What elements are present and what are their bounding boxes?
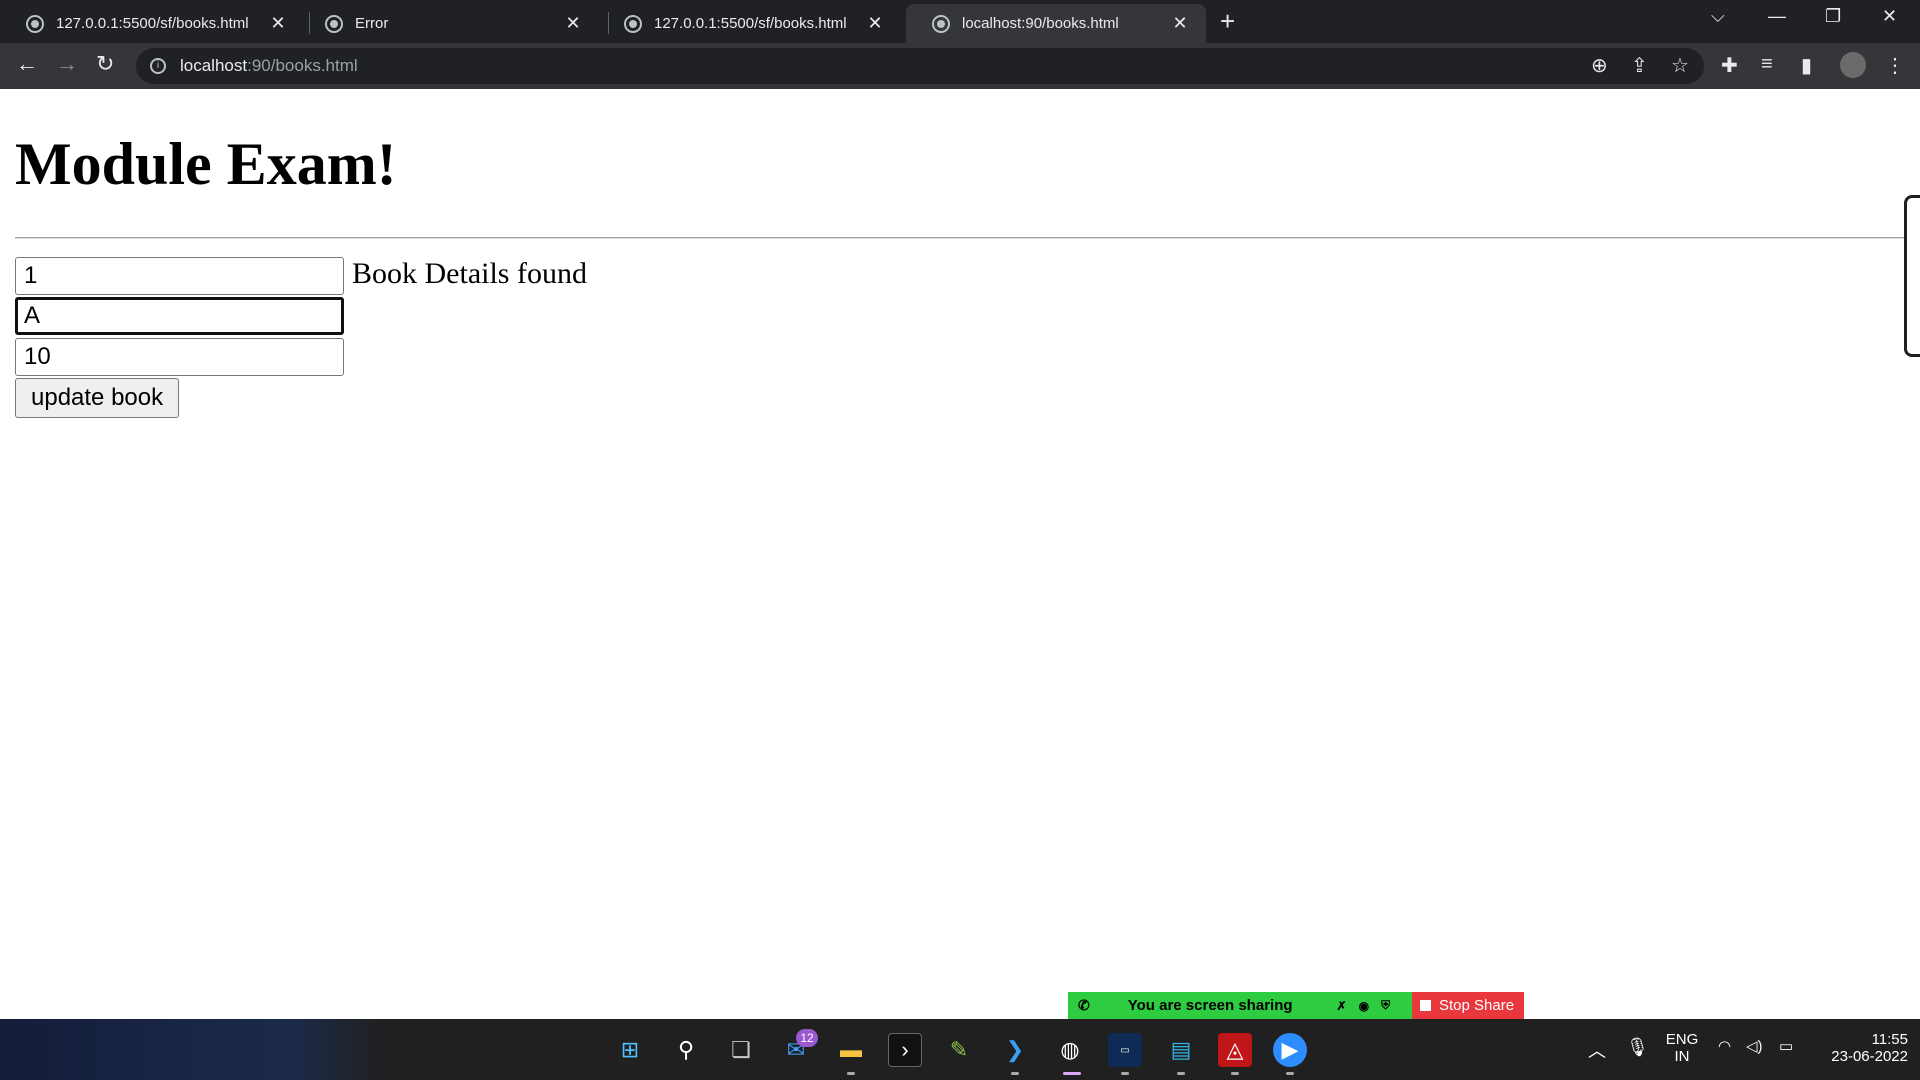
date: 23-06-2022 [1831,1048,1908,1065]
forward-button[interactable]: → [56,51,78,77]
tab-title: 127.0.0.1:5500/sf/books.html [654,15,847,32]
page-title: Module Exam! [15,131,397,197]
chevron-down-icon[interactable]: ⌵ [1711,6,1725,27]
taskbar: ⊞ ⚲ ❏ ✉ ▬ › ✎ ❯ ◍ ▭ ▤ ◬ ▶ 12 ︿ 🎙 ENG IN … [0,1019,1920,1080]
tab-3[interactable]: 127.0.0.1:5500/sf/books.html ✕ [598,4,901,43]
tab-title: Error [355,15,389,32]
globe-icon [624,14,642,33]
new-tab-button[interactable]: + [1220,6,1235,37]
side-panel-icon[interactable]: ▮ [1801,53,1812,78]
screen-share-bar: ✆ You are screen sharing ✗ ◉ ⛨ Stop Shar… [1068,992,1524,1019]
tab-1[interactable]: 127.0.0.1:5500/sf/books.html ✕ [0,4,304,43]
task-view-icon[interactable]: ❏ [724,1033,758,1067]
running-indicator [1177,1072,1185,1075]
wifi-icon[interactable]: ◠ [1718,1037,1731,1055]
running-indicator [847,1072,855,1075]
page-content: Module Exam! Book Details found update b… [0,89,1920,1019]
reload-button[interactable]: ↻ [96,51,114,77]
browser-chrome: 127.0.0.1:5500/sf/books.html ✕ Error ✕ 1… [0,0,1920,89]
bookmark-star-icon[interactable]: ☆ [1671,53,1689,78]
active-indicator [1063,1072,1081,1075]
globe-icon [325,14,343,33]
tab-title: localhost:90/books.html [962,15,1119,32]
address-host: localhost [180,56,248,75]
divider [15,237,1920,239]
close-icon[interactable]: ✕ [561,13,585,34]
book-price-field[interactable] [15,338,344,376]
notepad-icon[interactable]: ▤ [1164,1033,1198,1067]
running-indicator [1231,1072,1239,1075]
info-icon[interactable]: i [150,58,166,74]
battery-icon[interactable]: ▭ [1779,1037,1793,1055]
phone-icon: ✆ [1078,997,1090,1013]
media-icon[interactable]: ≡ [1761,53,1773,76]
zoom-app-icon[interactable]: ▶ [1273,1033,1307,1067]
running-indicator [1011,1072,1019,1075]
toolbar: ← → ↻ i localhost:90/books.html ⊕ ⇪ ☆ ✚ … [0,43,1920,89]
globe-icon [932,14,950,33]
mic-off-icon[interactable]: ✗ [1337,999,1347,1013]
share-status: ✆ You are screen sharing ✗ ◉ ⛨ [1068,992,1412,1019]
close-icon[interactable]: ✕ [863,13,887,34]
vscode-icon[interactable]: ❯ [998,1033,1032,1067]
minimize-button[interactable]: — [1768,6,1786,27]
stop-share-button[interactable]: Stop Share [1412,992,1524,1019]
book-name-field[interactable] [15,297,344,335]
time: 11:55 [1871,1031,1908,1048]
microphone-icon[interactable]: 🎙 [1626,1037,1649,1058]
mail-badge: 12 [796,1029,818,1047]
close-icon[interactable]: ✕ [1168,13,1192,34]
floating-panel-edge [1904,195,1920,357]
start-icon[interactable]: ⊞ [613,1033,647,1067]
back-button[interactable]: ← [16,51,38,77]
share-message: You are screen sharing [1127,997,1293,1014]
extensions-icon[interactable]: ✚ [1721,53,1738,78]
shield-icon[interactable]: ⛨ [1381,998,1390,1013]
language-indicator[interactable]: ENG IN [1665,1031,1699,1065]
running-indicator [1286,1072,1294,1075]
clock[interactable]: 11:55 23-06-2022 [1812,1031,1908,1065]
status-text: Book Details found [352,257,587,290]
avatar[interactable] [1840,52,1866,78]
address-path: :90/books.html [247,56,358,75]
globe-icon [26,14,44,33]
terminal-app-icon[interactable]: ▭ [1108,1033,1142,1067]
update-book-button[interactable]: update book [15,378,180,418]
search-icon[interactable]: ⚲ [669,1033,703,1067]
stop-icon [1420,1000,1431,1011]
folder-icon[interactable]: ▬ [834,1033,868,1067]
chevron-up-icon[interactable]: ︿ [1588,1037,1606,1063]
pdf-icon[interactable]: ◬ [1218,1033,1252,1067]
close-icon[interactable]: ✕ [266,13,290,34]
record-icon[interactable]: ◉ [1359,999,1369,1013]
tab-4-active[interactable]: localhost:90/books.html ✕ [906,4,1206,43]
lang-line1: ENG [1665,1031,1699,1048]
stop-share-label: Stop Share [1439,997,1515,1014]
zoom-icon[interactable]: ⊕ [1591,53,1608,78]
address-bar[interactable]: i localhost:90/books.html [136,48,1704,84]
book-id-field[interactable] [15,257,344,295]
chrome-icon[interactable]: ◍ [1053,1033,1087,1067]
restore-button[interactable]: ❐ [1825,6,1841,27]
running-indicator [1121,1072,1129,1075]
lang-line2: IN [1674,1048,1690,1065]
share-icon[interactable]: ⇪ [1631,53,1648,78]
menu-icon[interactable]: ⋮ [1885,53,1905,78]
terminal-icon[interactable]: › [888,1033,922,1067]
tab-title: 127.0.0.1:5500/sf/books.html [56,15,249,32]
close-window-button[interactable]: ✕ [1882,6,1897,27]
tab-2[interactable]: Error ✕ [299,4,599,43]
tab-strip: 127.0.0.1:5500/sf/books.html ✕ Error ✕ 1… [0,0,1920,43]
image-editor-icon[interactable]: ✎ [942,1033,976,1067]
volume-icon[interactable]: ◁) [1746,1037,1763,1055]
